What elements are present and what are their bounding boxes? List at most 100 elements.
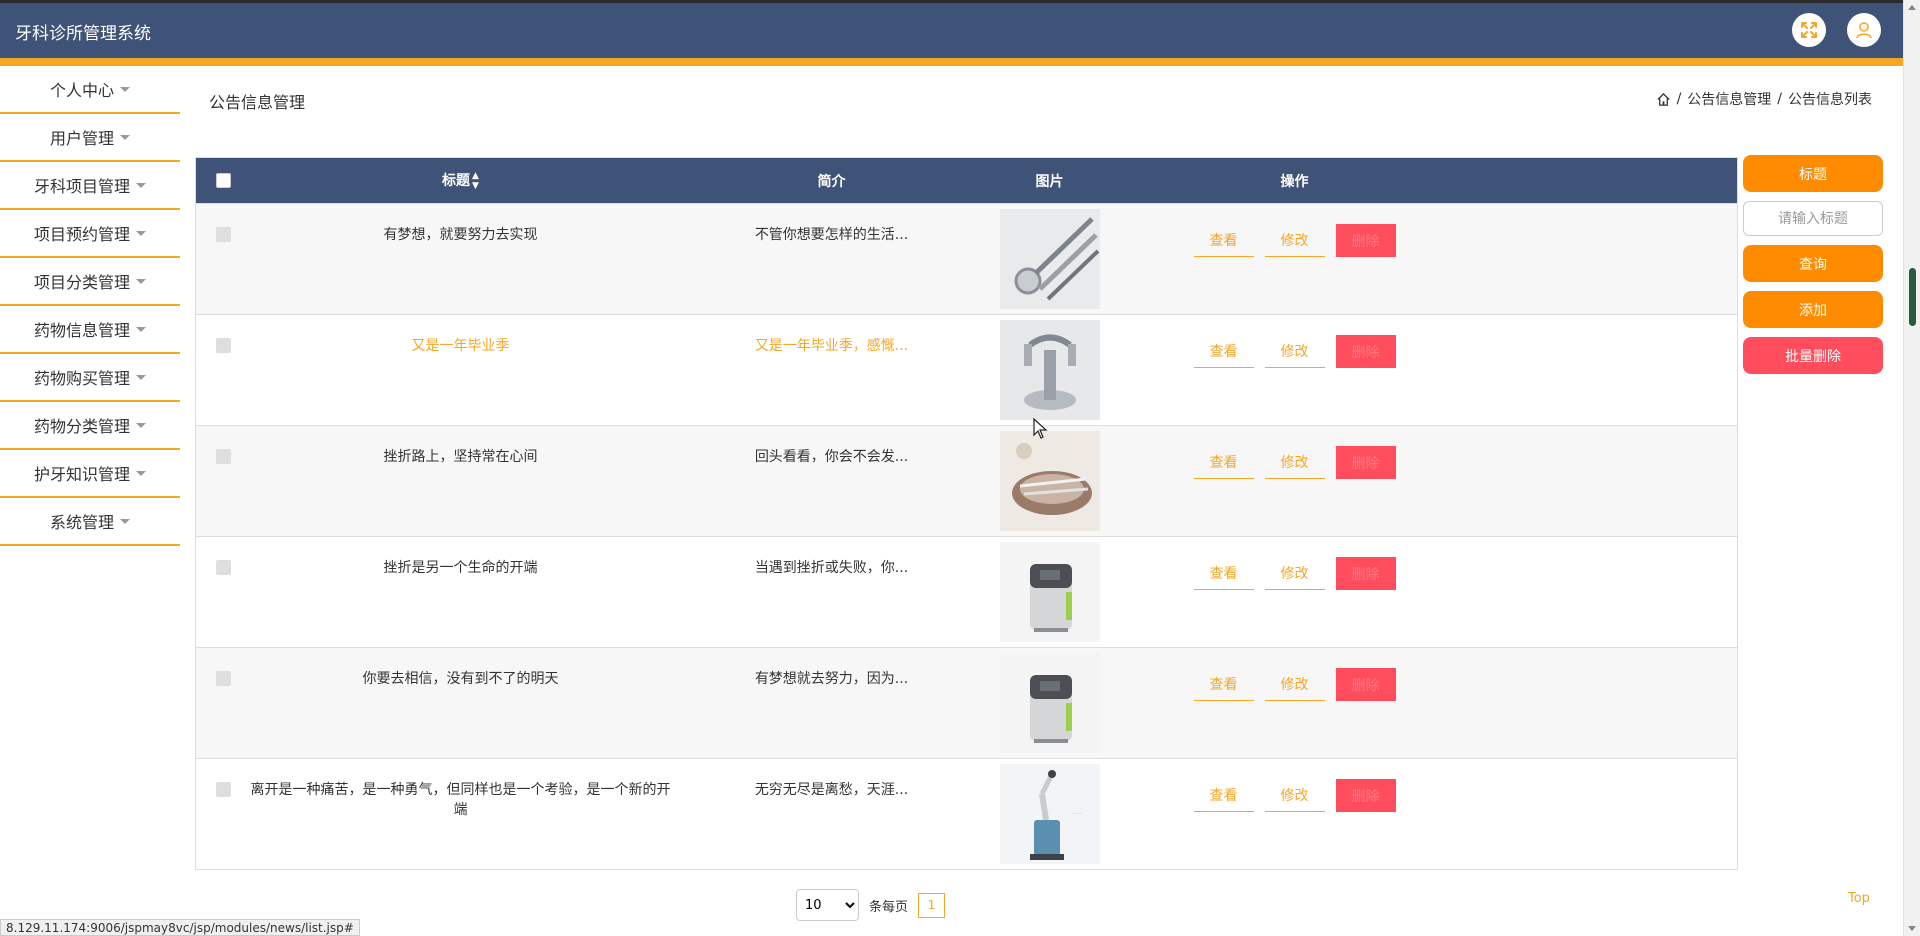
sidebar-item-label: 药物分类管理 xyxy=(33,417,130,436)
search-panel: 标题 查询 添加 批量删除 xyxy=(1743,155,1883,383)
table-row: 又是一年毕业季 又是一年毕业季，感慨... 查看 修改 删除 xyxy=(196,314,1737,425)
back-to-top-link[interactable]: Top xyxy=(1848,891,1870,906)
title-search-input[interactable] xyxy=(1743,201,1883,236)
sidebar-item-project-category[interactable]: 项目分类管理 xyxy=(0,258,180,306)
row-checkbox[interactable] xyxy=(215,560,231,575)
table-row: 挫折是另一个生命的开端 当遇到挫折或失败，你... 查看 修改 删除 xyxy=(196,536,1737,647)
row-thumbnail xyxy=(999,431,1100,531)
user-menu-button[interactable] xyxy=(1847,13,1881,47)
caret-down-icon xyxy=(136,326,146,332)
row-title: 有梦想，就要努力去实现 xyxy=(383,227,538,243)
row-title: 又是一年毕业季 xyxy=(411,338,510,354)
dental-device-cabinet-image xyxy=(999,542,1100,642)
table-row: 挫折路上，坚持常在心间 回头看看，你会不会发... 查看 修改 删除 xyxy=(196,425,1737,536)
scrollbar-thumb[interactable] xyxy=(1909,268,1916,326)
add-button[interactable]: 添加 xyxy=(1743,291,1883,328)
delete-button[interactable]: 删除 xyxy=(1335,557,1396,590)
news-table: 标题 ▲ ▼ 简介 图片 操作 有梦想，就要努力去实现 不管你想要怎样的生活... … xyxy=(195,157,1738,870)
view-button[interactable]: 查看 xyxy=(1193,335,1254,368)
row-desc: 回头看看，你会不会发... xyxy=(754,449,909,465)
query-button[interactable]: 查询 xyxy=(1743,245,1883,282)
sidebar-item-appointment[interactable]: 项目预约管理 xyxy=(0,210,180,258)
edit-button[interactable]: 修改 xyxy=(1264,779,1325,812)
sidebar-item-system[interactable]: 系统管理 xyxy=(0,498,180,546)
pagination: 10 条每页 1 xyxy=(796,889,946,921)
row-thumbnail xyxy=(999,542,1100,642)
caret-down-icon xyxy=(120,134,130,140)
edit-button[interactable]: 修改 xyxy=(1264,557,1325,590)
sidebar-item-label: 牙科项目管理 xyxy=(33,177,130,196)
row-title: 挫折是另一个生命的开端 xyxy=(383,560,538,576)
caret-down-icon xyxy=(136,278,146,284)
fullscreen-button[interactable] xyxy=(1792,13,1826,47)
caret-down-icon xyxy=(120,518,130,524)
row-thumbnail: ····· xyxy=(999,764,1100,864)
browser-status-url: 8.129.11.174:9006/jspmay8vc/jsp/modules/… xyxy=(0,919,360,936)
home-icon[interactable] xyxy=(1656,92,1671,107)
row-title: 你要去相信，没有到不了的明天 xyxy=(362,671,559,687)
page-size-select[interactable]: 10 xyxy=(796,889,859,921)
column-header-title[interactable]: 标题 ▲ ▼ xyxy=(250,170,671,191)
sidebar-item-label: 药物购买管理 xyxy=(33,369,130,388)
sidebar-item-drug-purchase[interactable]: 药物购买管理 xyxy=(0,354,180,402)
sidebar-item-dental-knowledge[interactable]: 护牙知识管理 xyxy=(0,450,180,498)
edit-button[interactable]: 修改 xyxy=(1264,446,1325,479)
edit-button[interactable]: 修改 xyxy=(1264,224,1325,257)
caret-down-icon xyxy=(136,422,146,428)
row-desc: 又是一年毕业季，感慨... xyxy=(754,338,909,354)
column-header-ops: 操作 xyxy=(1280,173,1309,190)
dental-faucet-unit-image xyxy=(999,320,1100,420)
caret-down-icon xyxy=(136,230,146,236)
delete-button[interactable]: 删除 xyxy=(1335,779,1396,812)
view-button[interactable]: 查看 xyxy=(1193,668,1254,701)
delete-button[interactable]: 删除 xyxy=(1335,224,1396,257)
view-button[interactable]: 查看 xyxy=(1193,446,1254,479)
view-button[interactable]: 查看 xyxy=(1193,557,1254,590)
sort-icon[interactable]: ▲ ▼ xyxy=(472,171,479,191)
edit-button[interactable]: 修改 xyxy=(1264,335,1325,368)
sidebar: 个人中心 用户管理 牙科项目管理 项目预约管理 项目分类管理 药物信息管理 药物… xyxy=(0,66,180,546)
caret-down-icon xyxy=(120,86,130,92)
title-filter-button[interactable]: 标题 xyxy=(1743,155,1883,192)
select-all-checkbox[interactable] xyxy=(215,173,231,188)
row-checkbox[interactable] xyxy=(215,338,231,353)
row-checkbox[interactable] xyxy=(215,449,231,464)
row-checkbox[interactable] xyxy=(215,671,231,686)
edit-button[interactable]: 修改 xyxy=(1264,668,1325,701)
sidebar-item-personal-center[interactable]: 个人中心 xyxy=(0,66,180,114)
dental-instruments-tray-image xyxy=(999,431,1100,531)
view-button[interactable]: 查看 xyxy=(1193,779,1254,812)
caret-down-icon xyxy=(136,470,146,476)
table-header: 标题 ▲ ▼ 简介 图片 操作 xyxy=(196,158,1737,203)
app-title: 牙科诊所管理系统 xyxy=(15,24,151,44)
table-row: 有梦想，就要努力去实现 不管你想要怎样的生活... 查看 修改 删除 xyxy=(196,203,1737,314)
batch-delete-button[interactable]: 批量删除 xyxy=(1743,337,1883,374)
delete-button[interactable]: 删除 xyxy=(1335,446,1396,479)
column-header-desc: 简介 xyxy=(817,173,846,190)
dental-device-cabinet-image xyxy=(999,653,1100,753)
column-header-image: 图片 xyxy=(1035,173,1064,190)
sidebar-item-drug-info[interactable]: 药物信息管理 xyxy=(0,306,180,354)
delete-button[interactable]: 删除 xyxy=(1335,335,1396,368)
breadcrumb-item-module[interactable]: 公告信息管理 xyxy=(1687,89,1771,109)
view-button[interactable]: 查看 xyxy=(1193,224,1254,257)
scroll-up-arrow-icon[interactable] xyxy=(1908,5,1916,10)
dental-mirror-tools-image xyxy=(999,209,1100,309)
row-checkbox[interactable] xyxy=(215,782,231,797)
header-bar: 牙科诊所管理系统 xyxy=(0,0,1903,66)
delete-button[interactable]: 删除 xyxy=(1335,668,1396,701)
scroll-down-arrow-icon[interactable] xyxy=(1908,926,1916,931)
sidebar-item-user-management[interactable]: 用户管理 xyxy=(0,114,180,162)
dental-robot-arm-image: ····· xyxy=(999,764,1100,864)
user-icon xyxy=(1856,22,1872,39)
row-thumbnail xyxy=(999,209,1100,309)
sidebar-item-drug-category[interactable]: 药物分类管理 xyxy=(0,402,180,450)
caret-down-icon xyxy=(136,374,146,380)
sidebar-item-label: 项目分类管理 xyxy=(33,273,130,292)
vertical-scrollbar[interactable] xyxy=(1903,0,1920,936)
row-checkbox[interactable] xyxy=(215,227,231,242)
page-number-current[interactable]: 1 xyxy=(918,892,946,918)
sidebar-item-dental-project[interactable]: 牙科项目管理 xyxy=(0,162,180,210)
breadcrumb-separator: / xyxy=(1676,91,1682,107)
row-desc: 有梦想就去努力，因为... xyxy=(754,671,909,687)
